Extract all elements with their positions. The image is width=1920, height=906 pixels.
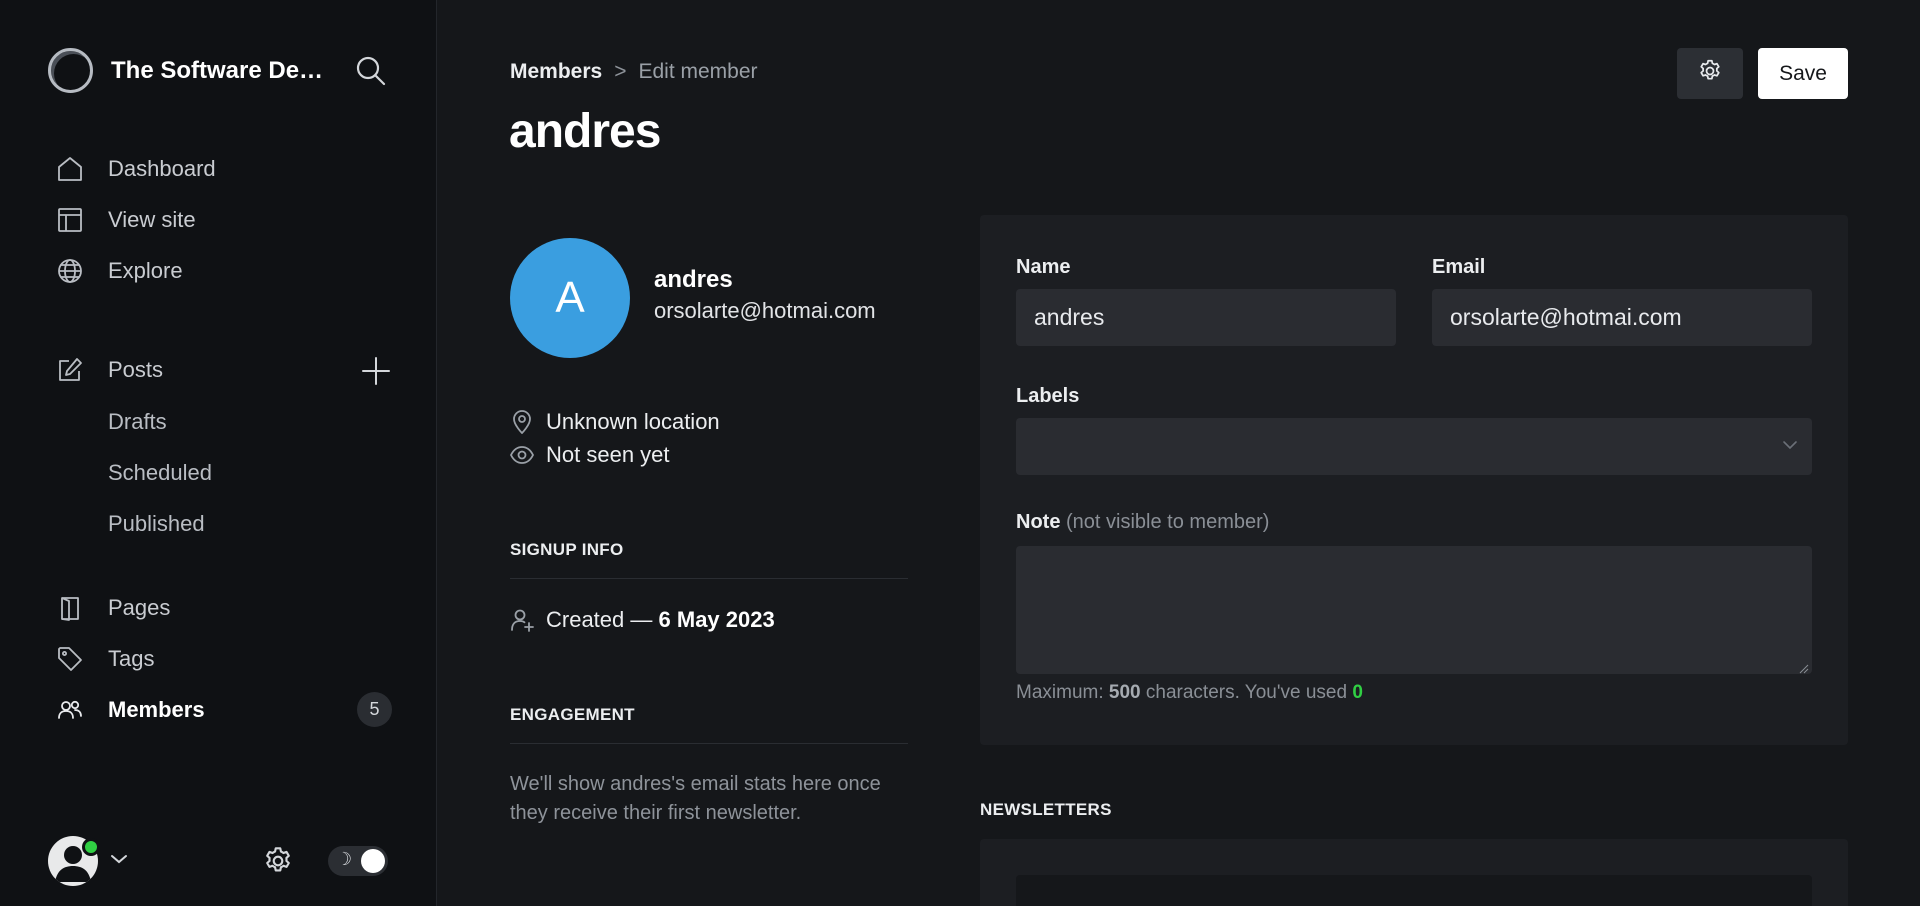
member-location: Unknown location [510, 409, 720, 435]
note-label-muted: (not visible to member) [1066, 511, 1270, 533]
email-input[interactable]: orsolarte@hotmai.com [1432, 289, 1812, 346]
note-char-count: Maximum: 500 characters. You've used 0 [1016, 682, 1363, 704]
location-pin-icon [510, 410, 534, 434]
theme-toggle[interactable]: ☽ [328, 846, 388, 876]
note-used-count: 0 [1352, 682, 1363, 703]
engagement-text: We'll show andres's email stats here onc… [510, 773, 881, 824]
sidebar-item-tags[interactable]: Tags [56, 642, 154, 676]
sidebar-item-label: Posts [108, 357, 164, 382]
sidebar-item-label: Explore [108, 258, 183, 283]
sidebar-item-dashboard[interactable]: Dashboard [56, 152, 216, 186]
newsletters-card [980, 839, 1848, 906]
members-icon [56, 696, 84, 724]
note-textarea[interactable] [1016, 546, 1812, 674]
newsletters-list [1016, 875, 1812, 906]
tag-icon [56, 645, 84, 673]
toggle-knob [361, 849, 385, 873]
signup-info-heading: SIGNUP INFO [510, 540, 624, 559]
resize-handle-icon[interactable] [1799, 661, 1809, 674]
home-icon [56, 155, 84, 183]
name-label: Name [1016, 256, 1071, 278]
newsletters-heading: NEWSLETTERS [980, 800, 1112, 819]
sidebar: The Software Desi... Dashboard View site… [0, 0, 437, 906]
divider [510, 743, 908, 744]
site-title: The Software Desi... [111, 56, 333, 84]
divider [510, 578, 908, 579]
member-created: Created — 6 May 2023 [510, 607, 775, 633]
note-hint-middle: characters. You've used [1145, 682, 1348, 703]
page-title: andres [509, 105, 661, 158]
layout-icon [56, 206, 84, 234]
labels-select[interactable] [1016, 418, 1812, 475]
member-settings-button[interactable] [1677, 48, 1743, 99]
engagement-heading: ENGAGEMENT [510, 705, 635, 724]
moon-icon: ☽ [336, 849, 353, 869]
breadcrumb-current: Edit member [638, 60, 758, 83]
member-name: andres [654, 266, 733, 293]
breadcrumb-members-link[interactable]: Members [510, 60, 602, 84]
last-seen-text: Not seen yet [546, 442, 670, 467]
created-date: 6 May 2023 [658, 607, 775, 632]
brand[interactable]: The Software Desi... [48, 48, 333, 93]
member-email: orsolarte@hotmai.com [654, 298, 876, 323]
sidebar-item-label: Members [108, 697, 205, 722]
gear-icon[interactable] [262, 845, 294, 877]
eye-icon [510, 443, 534, 467]
member-last-seen: Not seen yet [510, 442, 670, 468]
site-logo [48, 48, 93, 93]
sidebar-item-label: Pages [108, 595, 171, 620]
breadcrumb-separator: > [614, 60, 627, 83]
note-hint-prefix: Maximum: [1016, 682, 1104, 703]
save-button[interactable]: Save [1758, 48, 1848, 99]
sidebar-item-published[interactable]: Published [108, 511, 205, 537]
note-label-text: Note [1016, 511, 1061, 533]
gear-icon [1697, 58, 1723, 89]
search-icon[interactable] [355, 55, 387, 87]
sidebar-item-posts[interactable]: Posts [56, 353, 163, 387]
sidebar-item-scheduled[interactable]: Scheduled [108, 460, 212, 486]
sidebar-item-pages[interactable]: Pages [56, 591, 170, 625]
name-input[interactable]: andres [1016, 289, 1396, 346]
sidebar-item-label: Dashboard [108, 156, 216, 181]
labels-label: Labels [1016, 385, 1080, 407]
sidebar-item-label: Tags [108, 646, 155, 671]
created-prefix: Created — [546, 607, 653, 632]
chevron-down-icon [1782, 438, 1798, 456]
add-post-button[interactable] [360, 355, 392, 387]
user-add-icon [510, 608, 534, 632]
sidebar-item-view-site[interactable]: View site [56, 203, 196, 237]
member-avatar: A [510, 238, 630, 358]
email-label: Email [1432, 256, 1486, 278]
globe-icon [56, 257, 84, 285]
sidebar-item-explore[interactable]: Explore [56, 254, 183, 288]
sidebar-item-label: View site [108, 207, 196, 232]
sidebar-item-drafts[interactable]: Drafts [108, 409, 167, 435]
note-max: 500 [1108, 682, 1141, 703]
sidebar-item-members[interactable]: Members [56, 693, 205, 727]
member-form-card: Name andres Email orsolarte@hotmai.com L… [980, 215, 1848, 745]
page-icon [56, 594, 84, 622]
members-count-badge: 5 [357, 692, 392, 727]
note-label: Note (not visible to member) [1016, 511, 1269, 534]
edit-icon [56, 356, 84, 384]
chevron-down-icon [110, 852, 128, 870]
breadcrumb: Members > Edit member [510, 60, 758, 84]
location-text: Unknown location [546, 409, 720, 434]
online-status-dot [82, 838, 100, 856]
